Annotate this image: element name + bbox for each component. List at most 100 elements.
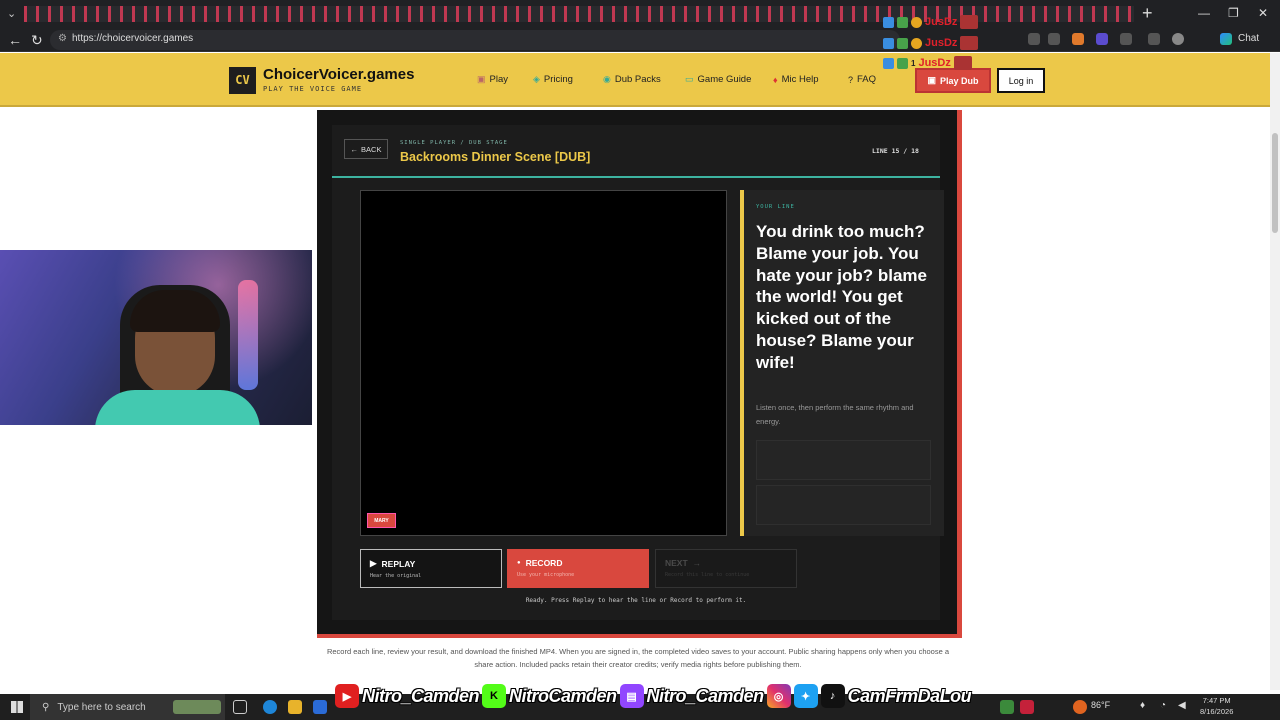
tab-search-chevron-icon[interactable]: ⌄ bbox=[7, 7, 16, 20]
avatar bbox=[960, 36, 979, 50]
extension-icon[interactable] bbox=[1072, 33, 1084, 45]
tiktok-icon: ♪ bbox=[820, 684, 845, 708]
take-placeholder bbox=[756, 440, 931, 480]
edge-icon[interactable] bbox=[263, 700, 277, 714]
social-handles-overlay: ▶ Nitro_Camden K NitroCamden ▤ Nitro_Cam… bbox=[335, 684, 972, 708]
nav-play[interactable]: ▣ Play bbox=[477, 74, 508, 85]
favorite-star-icon[interactable] bbox=[1048, 33, 1060, 45]
login-button[interactable]: Log in bbox=[997, 68, 1045, 93]
microphone-icon[interactable]: ♦ bbox=[1140, 700, 1154, 714]
rgb-light bbox=[238, 280, 258, 390]
url-field[interactable]: ⚙ https://choicervoicer.games bbox=[50, 30, 900, 50]
badge-icon bbox=[897, 57, 908, 69]
search-icon: ⚲ bbox=[42, 701, 50, 713]
alert-row: JusDz bbox=[883, 36, 979, 50]
gamepad-icon: ▣ bbox=[927, 75, 936, 85]
record-button[interactable]: ● RECORD Use your microphone bbox=[507, 549, 649, 588]
nav-faq[interactable]: ? FAQ bbox=[848, 74, 876, 85]
taskbar-clock[interactable]: 7:47 PM 8/16/2026 bbox=[1200, 695, 1233, 717]
replay-subtext: Hear the original bbox=[370, 573, 422, 579]
page-scrollbar[interactable] bbox=[1270, 53, 1280, 690]
coin-icon bbox=[911, 37, 922, 49]
back-button[interactable]: ← BACK bbox=[344, 139, 388, 159]
browser-address-bar: ← ↻ ⚙ https://choicervoicer.games Chat bbox=[0, 29, 1280, 52]
line-counter: LINE 15 / 18 bbox=[872, 147, 919, 155]
twitter-icon: ✦ bbox=[793, 684, 818, 708]
extensions-puzzle-icon[interactable] bbox=[1148, 33, 1160, 45]
help-circle-icon: ? bbox=[848, 74, 854, 85]
replay-button[interactable]: ▶ REPLAY Hear the original bbox=[360, 549, 502, 588]
site-info-icon[interactable]: ⚙ bbox=[58, 33, 67, 44]
news-widget-icon[interactable] bbox=[173, 700, 221, 714]
twitch-icon: ▤ bbox=[619, 684, 644, 708]
copilot-icon[interactable] bbox=[1220, 33, 1232, 45]
nav-pricing[interactable]: ◈ Pricing bbox=[533, 74, 573, 85]
twitch-icon bbox=[883, 16, 894, 28]
nav-dub-packs[interactable]: ◉ Dub Packs bbox=[603, 74, 661, 85]
kick-icon: K bbox=[482, 684, 507, 708]
take-placeholder bbox=[756, 485, 931, 525]
profile-avatar[interactable] bbox=[1172, 33, 1184, 45]
speaker-badge: MARY bbox=[367, 513, 396, 528]
record-subtext: Use your microphone bbox=[517, 572, 575, 578]
divider bbox=[332, 176, 940, 178]
microphone-icon: ♦ bbox=[773, 74, 778, 85]
tray-app-icon[interactable] bbox=[1000, 700, 1014, 714]
extension-icon[interactable] bbox=[1120, 33, 1132, 45]
video-player[interactable]: MARY bbox=[360, 190, 727, 536]
next-button[interactable]: NEXT → Record this line to continue bbox=[655, 549, 797, 588]
twitch-icon bbox=[883, 57, 894, 69]
line-hint: Listen once, then perform the same rhyth… bbox=[756, 403, 914, 426]
minimize-icon[interactable]: — bbox=[1198, 6, 1210, 20]
chat-button[interactable]: Chat bbox=[1238, 33, 1259, 44]
network-icon[interactable]: ◔ bbox=[1160, 700, 1174, 714]
weather-temp: 86°F bbox=[1091, 700, 1111, 710]
nav-game-guide[interactable]: ▭ Game Guide bbox=[685, 74, 751, 85]
weather-icon bbox=[1073, 700, 1087, 714]
gamepad-icon: ▣ bbox=[477, 74, 486, 84]
browser-tab-strip: ⌄ + — ❐ ✕ bbox=[0, 0, 1280, 29]
youtube-icon: ▶ bbox=[335, 684, 359, 708]
maximize-icon[interactable]: ❐ bbox=[1228, 6, 1239, 20]
task-view-icon[interactable] bbox=[233, 700, 247, 714]
close-icon[interactable]: ✕ bbox=[1258, 6, 1268, 20]
record-dot-icon: ● bbox=[517, 560, 521, 566]
extension-icon[interactable] bbox=[1096, 33, 1108, 45]
nav-mic-help[interactable]: ♦ Mic Help bbox=[773, 74, 819, 85]
back-arrow-icon[interactable]: ← bbox=[8, 32, 22, 48]
badge-icon bbox=[897, 16, 908, 28]
status-message: Ready. Press Replay to hear the line or … bbox=[525, 597, 747, 604]
alert-row: JusDz bbox=[883, 15, 979, 29]
dub-stage-panel: ← BACK SINGLE PLAYER / DUB STAGE Backroo… bbox=[317, 110, 962, 638]
webcam-overlay bbox=[0, 250, 312, 425]
site-header: CV ChoicerVoicer.games PLAY THE VOICE GA… bbox=[0, 53, 1270, 107]
breadcrumb: SINGLE PLAYER / DUB STAGE bbox=[400, 140, 508, 146]
avatar bbox=[953, 56, 972, 70]
extension-icon[interactable] bbox=[1028, 33, 1040, 45]
next-subtext: Record this line to continue bbox=[665, 572, 750, 578]
site-logo[interactable]: CV bbox=[229, 67, 256, 94]
mail-icon[interactable] bbox=[313, 700, 327, 714]
play-dub-button[interactable]: ▣ Play Dub bbox=[915, 68, 991, 93]
tag-icon: ◈ bbox=[533, 74, 540, 84]
brand-name[interactable]: ChoicerVoicer.games bbox=[263, 66, 414, 83]
new-tab-button[interactable]: + bbox=[1142, 3, 1153, 24]
your-line-card: YOUR LINE You drink too much? Blame your… bbox=[740, 190, 944, 536]
dub-stage-inner: ← BACK SINGLE PLAYER / DUB STAGE Backroo… bbox=[332, 125, 944, 620]
coin-icon bbox=[911, 16, 922, 28]
avatar bbox=[960, 15, 979, 29]
badge-icon bbox=[897, 37, 908, 49]
book-icon: ▭ bbox=[685, 74, 694, 84]
brand-tagline: PLAY THE VOICE GAME bbox=[263, 85, 363, 93]
tiktok-tray-icon[interactable] bbox=[1020, 700, 1034, 714]
line-text: You drink too much? Blame your job. You … bbox=[756, 222, 927, 372]
reload-icon[interactable]: ↻ bbox=[31, 32, 43, 49]
volume-icon[interactable]: ◀ bbox=[1178, 700, 1192, 714]
package-icon: ◉ bbox=[603, 74, 611, 84]
windows-start-icon[interactable] bbox=[11, 701, 23, 713]
scrollbar-thumb[interactable] bbox=[1272, 133, 1278, 233]
twitch-icon bbox=[883, 37, 894, 49]
play-icon: ▶ bbox=[370, 558, 377, 568]
file-explorer-icon[interactable] bbox=[288, 700, 302, 714]
arrow-left-icon: ← bbox=[350, 144, 359, 154]
